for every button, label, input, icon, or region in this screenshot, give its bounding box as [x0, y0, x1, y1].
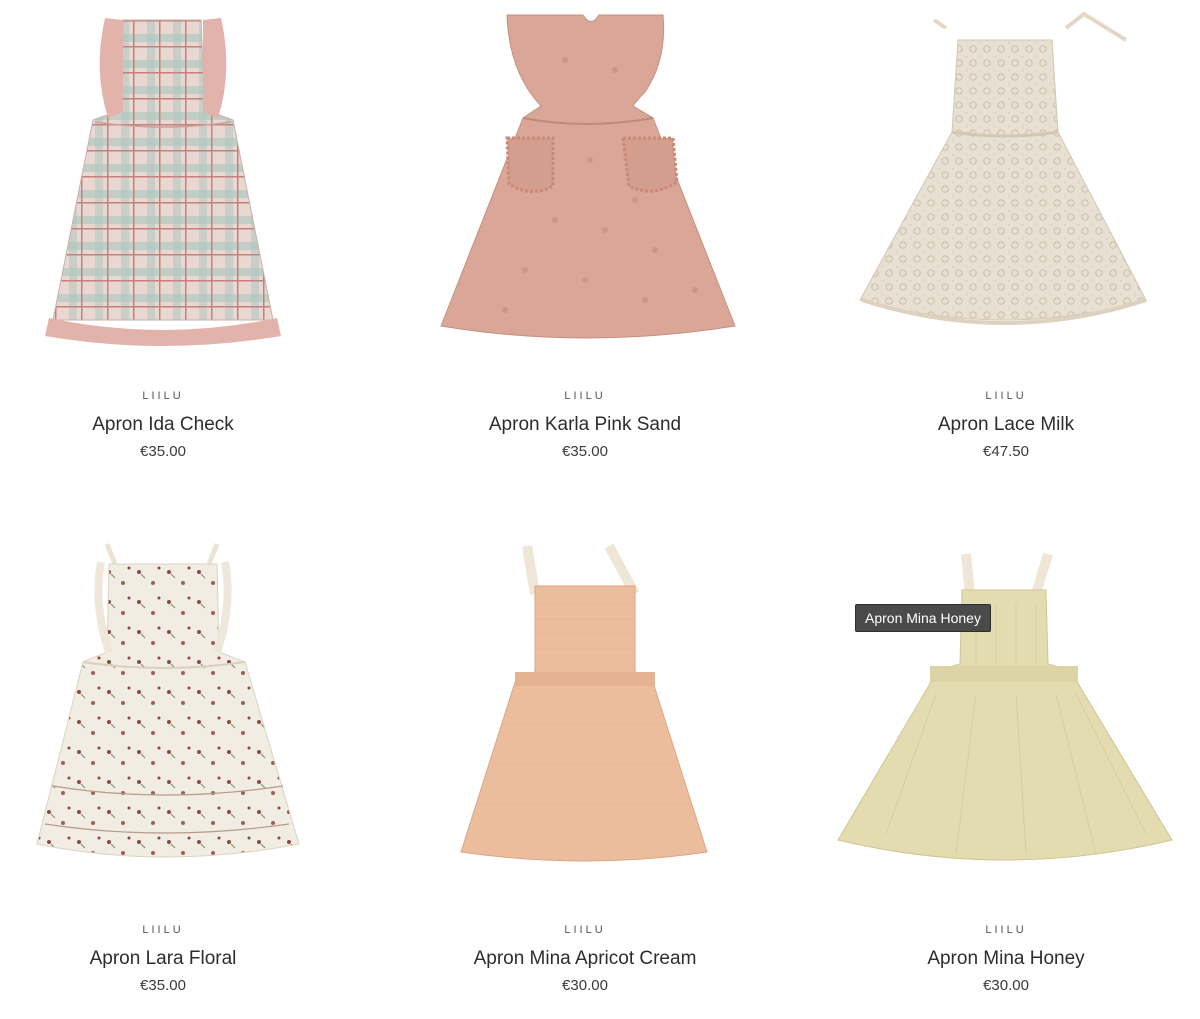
product-price: €35.00 — [140, 977, 186, 994]
lace-apron-image[interactable] — [826, 0, 1186, 360]
product-price: €47.50 — [983, 443, 1029, 460]
plaid-pinafore-dress-image[interactable] — [0, 0, 343, 360]
product-brand: LIILU — [564, 390, 606, 402]
product-brand: LIILU — [142, 390, 184, 402]
product-card[interactable]: LIILU Apron Mina Honey €30.00 — [826, 534, 1186, 994]
product-title[interactable]: Apron Mina Apricot Cream — [405, 948, 765, 970]
product-price: €30.00 — [983, 977, 1029, 994]
product-title[interactable]: Apron Karla Pink Sand — [405, 414, 765, 436]
pink-pinafore-dress-image[interactable] — [405, 0, 765, 360]
product-price: €35.00 — [562, 443, 608, 460]
product-grid: LIILU Apron Ida Check €35.00 LIILU Apron… — [0, 0, 1200, 1019]
product-title[interactable]: Apron Mina Honey — [826, 948, 1186, 970]
product-title[interactable]: Apron Ida Check — [0, 414, 343, 436]
product-card[interactable]: LIILU Apron Karla Pink Sand €35.00 — [405, 0, 765, 460]
product-title[interactable]: Apron Lara Floral — [0, 948, 343, 970]
product-brand: LIILU — [142, 924, 184, 936]
product-brand: LIILU — [564, 924, 606, 936]
product-card[interactable]: LIILU Apron Lace Milk €47.50 — [826, 0, 1186, 460]
product-title[interactable]: Apron Lace Milk — [826, 414, 1186, 436]
product-price: €30.00 — [562, 977, 608, 994]
apricot-apron-dress-image[interactable] — [405, 534, 765, 894]
product-brand: LIILU — [985, 924, 1027, 936]
product-brand: LIILU — [985, 390, 1027, 402]
image-tooltip: Apron Mina Honey — [855, 604, 991, 632]
product-price: €35.00 — [140, 443, 186, 460]
honey-apron-dress-image[interactable] — [826, 534, 1186, 894]
product-card[interactable]: LIILU Apron Ida Check €35.00 — [0, 0, 343, 460]
product-card[interactable]: LIILU Apron Lara Floral €35.00 — [0, 534, 343, 994]
floral-apron-dress-image[interactable] — [0, 534, 343, 894]
product-card[interactable]: LIILU Apron Mina Apricot Cream €30.00 — [405, 534, 765, 994]
